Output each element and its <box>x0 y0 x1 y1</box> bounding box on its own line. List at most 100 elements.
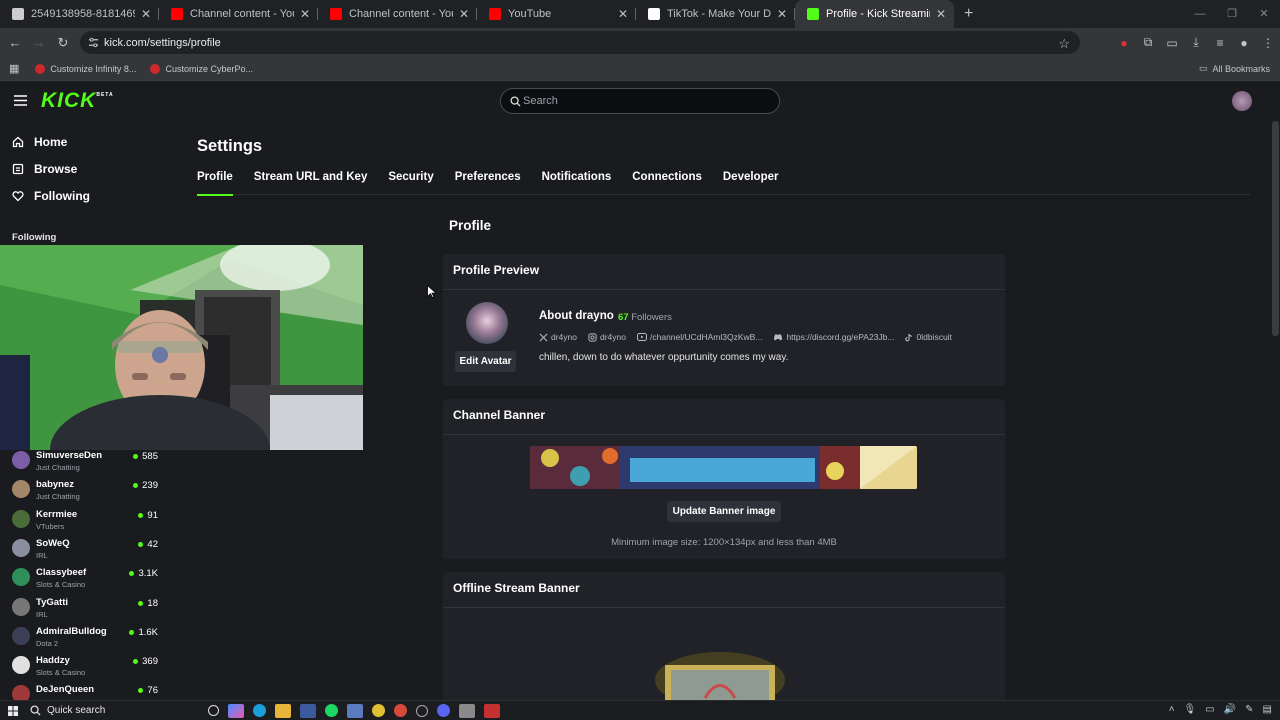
windows-taskbar: Quick search ˄ 🎙 ▭ 🔊 ✎ ▤ <box>0 700 1280 720</box>
browser-tab[interactable]: Channel content - YouTube Stu... ✕ <box>159 0 318 28</box>
tab-close-icon[interactable]: ✕ <box>459 7 469 21</box>
microphone-icon[interactable]: 🎙 <box>1184 704 1197 715</box>
hamburger-menu-icon[interactable] <box>14 95 27 106</box>
windows-start-icon[interactable] <box>8 705 18 716</box>
edge-icon[interactable] <box>253 704 266 717</box>
mouse-cursor-icon <box>427 285 436 299</box>
tab-connections[interactable]: Connections <box>632 171 702 195</box>
extension-badge-icon[interactable]: ● <box>1112 36 1136 50</box>
reload-button[interactable]: ↻ <box>51 35 75 51</box>
offline-banner-image <box>655 650 785 700</box>
tray-chevron-icon[interactable]: ˄ <box>1169 704 1175 715</box>
following-channel-item[interactable]: SoWeQ IRL 42 <box>0 534 170 563</box>
browser-tab[interactable]: YouTube ✕ <box>477 0 636 28</box>
page-scrollbar[interactable] <box>1272 121 1279 336</box>
apps-grid-icon[interactable]: ▦ <box>9 62 19 75</box>
media-controls-icon[interactable]: ≡ <box>1208 36 1232 50</box>
bookmark-star-icon[interactable]: ☆ <box>1058 36 1070 52</box>
browser-tab[interactable]: 2549138958-81814696-ca8af4... ✕ <box>0 0 159 28</box>
browser-tab[interactable]: TikTok - Make Your Day ✕ <box>636 0 795 28</box>
tab-close-icon[interactable]: ✕ <box>618 7 628 21</box>
site-info-icon[interactable] <box>88 37 99 48</box>
social-link-discord[interactable]: https://discord.gg/ePA23Jb... <box>773 332 894 342</box>
channel-avatar <box>12 451 30 469</box>
sidebar-item-browse[interactable]: Browse <box>0 155 170 182</box>
all-bookmarks-button[interactable]: ▭ All Bookmarks <box>1199 63 1270 74</box>
quick-search-input[interactable]: Quick search <box>22 703 180 719</box>
extensions-puzzle-icon[interactable]: ⧉ <box>1136 35 1160 50</box>
following-channel-item[interactable]: Classybeef Slots & Casino 3.1K <box>0 563 170 592</box>
viewer-count: 585 <box>133 451 158 462</box>
tab-stream-url-and-key[interactable]: Stream URL and Key <box>254 171 368 195</box>
profile-icon[interactable]: ● <box>1232 36 1256 50</box>
sidebar-item-home[interactable]: Home <box>0 128 170 155</box>
site-header: KICKBETA Search <box>0 81 1280 121</box>
following-channel-item[interactable]: AdmiralBulldog Dota 2 1.6K <box>0 622 170 651</box>
kick-logo[interactable]: KICKBETA <box>41 89 114 113</box>
search-input[interactable]: Search <box>500 88 780 114</box>
bookmark-item[interactable]: Customize CyberPo... <box>150 63 253 74</box>
browser-tab[interactable]: Channel content - YouTube Stu... ✕ <box>318 0 477 28</box>
tab-favicon-icon <box>489 8 501 20</box>
chrome-icon[interactable] <box>394 704 407 717</box>
download-icon[interactable]: ⤓ <box>1184 35 1208 50</box>
store-icon[interactable] <box>300 703 316 718</box>
tab-security[interactable]: Security <box>388 171 433 195</box>
maximize-button[interactable]: ❐ <box>1216 0 1248 28</box>
back-button[interactable]: ← <box>3 35 27 50</box>
browser-menu-icon[interactable]: ⋮ <box>1256 36 1280 50</box>
channel-category: Slots & Casino <box>36 580 86 590</box>
edit-avatar-button[interactable]: Edit Avatar <box>455 351 516 372</box>
channel-name: TyGatti <box>36 596 69 608</box>
tab-developer[interactable]: Developer <box>723 171 779 195</box>
app-icon[interactable] <box>416 704 428 717</box>
spotify-icon[interactable] <box>325 704 338 717</box>
notifications-icon[interactable]: ▤ <box>1263 704 1272 715</box>
volume-icon[interactable]: 🔊 <box>1224 704 1236 715</box>
about-heading: About drayno <box>539 310 614 322</box>
social-link-youtube[interactable]: /channel/UCdHAml3QzKwB... <box>637 332 762 342</box>
user-avatar[interactable] <box>1232 91 1252 111</box>
tab-close-icon[interactable]: ✕ <box>936 7 946 21</box>
following-channel-item[interactable]: Kerrmiee VTubers 91 <box>0 505 170 534</box>
channel-avatar <box>12 597 30 616</box>
viewer-count: 91 <box>138 510 158 521</box>
tab-preferences[interactable]: Preferences <box>455 171 521 195</box>
app-icon[interactable] <box>347 703 363 718</box>
following-channel-item[interactable]: SimuverseDen Just Chatting 585 <box>0 446 170 475</box>
new-tab-button[interactable]: + <box>954 0 983 28</box>
update-banner-button[interactable]: Update Banner image <box>667 501 781 522</box>
bookmark-item[interactable]: Customize Infinity 8... <box>35 63 136 74</box>
minimize-button[interactable]: — <box>1184 0 1216 28</box>
browser-tab[interactable]: Profile - Kick Streaming ✕ <box>795 0 954 28</box>
following-channel-item[interactable]: Haddzy Slots & Casino 369 <box>0 651 170 680</box>
file-explorer-icon[interactable] <box>275 703 291 718</box>
tab-close-icon[interactable]: ✕ <box>141 7 151 21</box>
close-window-button[interactable]: ✕ <box>1248 0 1280 28</box>
network-icon[interactable]: ▭ <box>1205 704 1214 715</box>
obs-icon[interactable] <box>484 703 500 718</box>
tab-close-icon[interactable]: ✕ <box>777 7 787 21</box>
tab-notifications[interactable]: Notifications <box>542 171 612 195</box>
url-field[interactable]: kick.com/settings/profile ☆ <box>80 31 1080 54</box>
channel-avatar <box>12 626 30 645</box>
viewer-count: 42 <box>138 539 158 550</box>
sidebar-item-following[interactable]: Following <box>0 182 170 209</box>
social-link-x[interactable]: dr4yno <box>539 332 577 342</box>
app-icon[interactable] <box>372 704 385 717</box>
sidebar-toggle-icon[interactable]: ▭ <box>1160 36 1184 50</box>
tab-close-icon[interactable]: ✕ <box>300 7 310 21</box>
tab-profile[interactable]: Profile <box>197 171 233 196</box>
following-channel-item[interactable]: babynez Just Chatting 239 <box>0 475 170 504</box>
social-links: dr4yno dr4yno /channel/UCdHAml3QzKwB... … <box>539 332 963 342</box>
live-dot-icon <box>133 659 139 665</box>
following-channel-item[interactable]: TyGatti IRL 18 <box>0 593 170 622</box>
discord-icon[interactable] <box>437 704 450 717</box>
task-view-icon[interactable] <box>208 705 219 716</box>
social-link-instagram[interactable]: dr4yno <box>588 332 626 342</box>
app-icon[interactable] <box>459 703 475 718</box>
forward-button[interactable]: → <box>27 35 51 50</box>
pen-icon[interactable]: ✎ <box>1245 704 1253 715</box>
copilot-icon[interactable] <box>228 703 244 718</box>
social-link-tiktok[interactable]: 0ldbiscuit <box>905 332 952 342</box>
